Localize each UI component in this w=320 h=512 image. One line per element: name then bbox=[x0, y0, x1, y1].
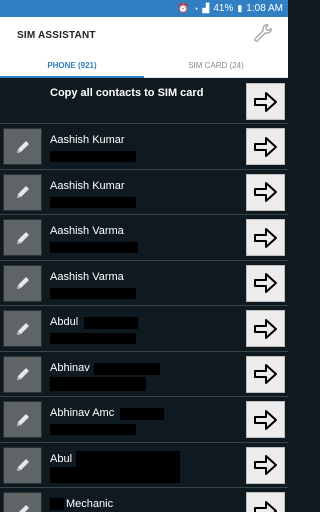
edit-button[interactable] bbox=[3, 355, 42, 393]
list-item: Aashish Varma bbox=[0, 215, 288, 261]
app-title: SIM ASSISTANT bbox=[17, 29, 96, 41]
contact-name: Aashish Kumar bbox=[50, 179, 125, 192]
edit-button[interactable] bbox=[3, 219, 42, 256]
pencil-icon bbox=[16, 140, 29, 153]
copy-to-sim-button[interactable] bbox=[246, 264, 285, 302]
copy-to-sim-button[interactable] bbox=[246, 446, 285, 484]
contact-name: Abdul bbox=[50, 316, 79, 328]
contact-name: Mechanic bbox=[66, 498, 114, 510]
copy-to-sim-button[interactable] bbox=[246, 173, 285, 211]
copy-to-sim-button[interactable] bbox=[246, 310, 285, 347]
copy-all-button[interactable] bbox=[246, 83, 285, 120]
copy-to-sim-button[interactable] bbox=[246, 401, 285, 438]
tab-phone[interactable]: PHONE (921) bbox=[0, 53, 144, 78]
pencil-icon bbox=[16, 459, 29, 471]
contact-list[interactable]: Copy all contacts to SIM card Aashish Ku… bbox=[0, 78, 288, 512]
copy-to-sim-button[interactable] bbox=[246, 492, 285, 512]
redacted-number bbox=[50, 151, 136, 162]
copy-to-sim-button[interactable] bbox=[246, 219, 285, 256]
pencil-icon bbox=[16, 277, 29, 289]
arrow-right-icon bbox=[253, 409, 277, 430]
contact-name: Aashish Varma bbox=[50, 270, 124, 283]
arrow-right-icon bbox=[253, 136, 277, 157]
redacted-name-part bbox=[50, 498, 64, 510]
arrow-right-icon bbox=[253, 455, 277, 475]
wifi-icon: ◔ bbox=[192, 3, 199, 14]
list-item: Abhinav Amc bbox=[0, 397, 288, 443]
redacted-name-part bbox=[94, 362, 160, 375]
clock: 1:08 AM bbox=[246, 3, 283, 14]
redacted-number bbox=[50, 466, 180, 483]
arrow-right-icon bbox=[253, 364, 277, 384]
pencil-icon bbox=[16, 186, 29, 198]
list-item: Aashish Kumar bbox=[0, 170, 288, 215]
edit-button[interactable] bbox=[3, 264, 42, 302]
list-item: Abdul bbox=[0, 306, 288, 352]
tab-bar: PHONE (921) SIM CARD (24) bbox=[0, 53, 288, 78]
wrench-icon[interactable] bbox=[252, 24, 274, 46]
pencil-icon bbox=[18, 504, 29, 512]
app-bar: SIM ASSISTANT bbox=[0, 17, 288, 53]
pencil-icon bbox=[16, 368, 29, 380]
arrow-right-icon bbox=[253, 227, 277, 248]
redacted-name-part bbox=[76, 450, 180, 467]
edit-button[interactable] bbox=[3, 401, 42, 438]
redacted-number bbox=[50, 376, 146, 391]
arrow-right-icon bbox=[253, 500, 277, 512]
copy-all-label: Copy all contacts to SIM card bbox=[50, 87, 204, 99]
edit-button[interactable] bbox=[3, 128, 42, 165]
contact-name: Aashish Kumar bbox=[50, 134, 125, 146]
battery-level: 41% bbox=[213, 3, 234, 14]
redacted-number bbox=[50, 333, 136, 344]
copy-to-sim-button[interactable] bbox=[246, 128, 285, 165]
contact-name: Abul bbox=[50, 452, 73, 465]
redacted-name-part bbox=[84, 317, 138, 329]
redacted-number bbox=[50, 196, 136, 208]
battery-icon: ▮ bbox=[237, 3, 243, 13]
contact-name: Abhinav Amc bbox=[50, 407, 115, 419]
arrow-right-icon bbox=[253, 318, 277, 339]
arrow-right-icon bbox=[253, 182, 277, 202]
status-bar: ⏰ ◔ ▟ 41% ▮ 1:08 AM bbox=[0, 0, 288, 17]
edit-button[interactable] bbox=[3, 310, 42, 347]
contact-name: Aashish Varma bbox=[50, 225, 124, 237]
pencil-icon bbox=[16, 413, 29, 426]
alarm-icon: ⏰ bbox=[177, 3, 189, 13]
list-item: Mechanic bbox=[0, 488, 288, 512]
edit-button[interactable] bbox=[3, 173, 42, 211]
list-item: Abhinav bbox=[0, 352, 288, 397]
edit-button[interactable] bbox=[3, 492, 42, 512]
redacted-number bbox=[50, 287, 136, 299]
list-item: Abul bbox=[0, 443, 288, 488]
pencil-icon bbox=[16, 322, 29, 335]
arrow-right-icon bbox=[253, 91, 277, 112]
list-item: Aashish Varma bbox=[0, 261, 288, 306]
redacted-number bbox=[50, 424, 136, 435]
redacted-name-part bbox=[120, 408, 164, 420]
pencil-icon bbox=[16, 231, 29, 244]
copy-all-row: Copy all contacts to SIM card bbox=[0, 78, 288, 124]
copy-to-sim-button[interactable] bbox=[246, 355, 285, 393]
redacted-number bbox=[50, 242, 138, 253]
edit-button[interactable] bbox=[3, 446, 42, 484]
list-item: Aashish Kumar bbox=[0, 124, 288, 170]
contact-name: Abhinav bbox=[50, 361, 90, 374]
tab-sim-card[interactable]: SIM CARD (24) bbox=[144, 53, 288, 77]
signal-icon: ▟ bbox=[202, 3, 210, 13]
arrow-right-icon bbox=[253, 273, 277, 293]
